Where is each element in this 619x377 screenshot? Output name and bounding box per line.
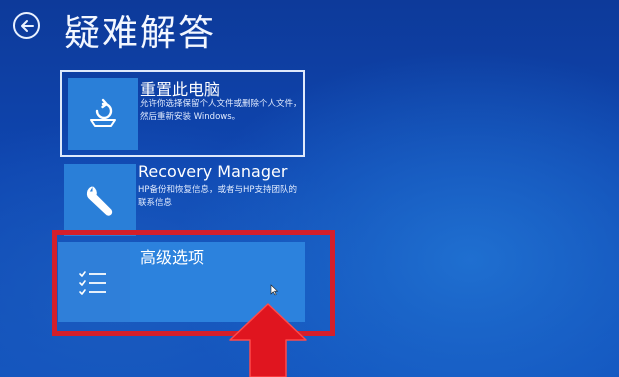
option-reset-pc-tile xyxy=(68,78,138,150)
option-advanced-tile xyxy=(58,242,130,322)
wrench-icon xyxy=(86,186,113,216)
option-recovery-manager-title: Recovery Manager xyxy=(138,162,288,181)
option-advanced-title: 高级选项 xyxy=(140,248,205,267)
back-arrow-icon xyxy=(20,19,34,32)
red-arrow-icon xyxy=(229,303,307,377)
back-button[interactable] xyxy=(13,12,40,39)
option-reset-pc-description: 允许你选择保留个人文件或删除个人文件，然后重新安装 Windows。 xyxy=(140,99,302,122)
option-recovery-manager-description: HP备份和恢复信息，或者与HP支持团队的联系信息 xyxy=(138,185,298,208)
option-reset-pc-title: 重置此电脑 xyxy=(140,80,221,99)
mouse-cursor-icon xyxy=(270,284,279,296)
option-reset-pc[interactable]: 重置此电脑 允许你选择保留个人文件或删除个人文件，然后重新安装 Windows。 xyxy=(60,70,305,157)
option-recovery-manager-tile xyxy=(64,164,136,236)
reset-pc-icon xyxy=(90,98,116,127)
checklist-icon xyxy=(79,271,106,295)
option-recovery-manager[interactable]: Recovery Manager HP备份和恢复信息，或者与HP支持团队的联系信… xyxy=(60,158,305,243)
page-title: 疑难解答 xyxy=(64,13,217,54)
